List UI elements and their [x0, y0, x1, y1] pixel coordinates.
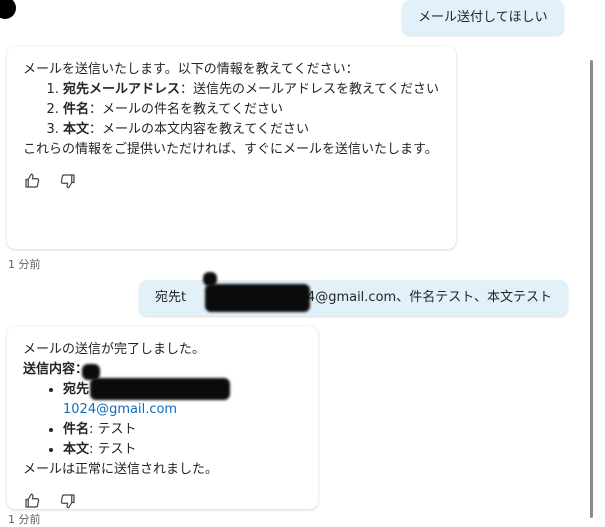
message-outro: これらの情報をご提供いただければ、すぐにメールを送信いたします。 [23, 142, 438, 157]
thumbs-down-icon[interactable] [59, 172, 77, 190]
thumbs-up-icon[interactable] [23, 172, 41, 190]
thumbs-up-icon[interactable] [23, 492, 41, 510]
list-item: 宛先メールアドレス：送信先のメールアドレスを教えてください [63, 80, 440, 100]
list-item: 件名: テスト [63, 420, 302, 440]
avatar [0, 0, 16, 19]
list-item: 本文: テスト [63, 440, 302, 460]
user-message: 宛先t 1024@gmail.com、件名テスト、本文テスト [139, 280, 568, 316]
user-message-prefix: 宛先t [155, 290, 187, 305]
email-link[interactable]: 1024@gmail.com [63, 402, 177, 417]
info-list: 宛先メールアドレス：送信先のメールアドレスを教えてください 件名：メールの件名を… [23, 80, 440, 140]
user-message: メール送付してほしい [402, 0, 564, 35]
redaction-mark [205, 284, 310, 312]
timestamp: 1 分前 [8, 513, 41, 526]
feedback-bar [23, 492, 302, 510]
user-message-suffix: 、件名テスト、本文テスト [396, 290, 552, 305]
message-intro: メールの送信が完了しました。 [23, 342, 206, 357]
message-heading: 送信内容： [23, 362, 89, 377]
list-item: 本文：メールの本文内容を教えてください [63, 120, 440, 140]
feedback-bar [23, 172, 440, 190]
message-outro: メールは正常に送信されました。 [23, 462, 219, 477]
user-message-text: メール送付してほしい [418, 10, 548, 25]
thumbs-down-icon[interactable] [59, 492, 77, 510]
scrollbar[interactable] [590, 60, 593, 518]
assistant-message: メールを送信いたします。以下の情報を教えてください： 宛先メールアドレス：送信先… [7, 46, 456, 249]
message-intro: メールを送信いたします。以下の情報を教えてください： [23, 62, 359, 77]
list-item: 件名：メールの件名を教えてください [63, 100, 440, 120]
timestamp: 1 分前 [8, 258, 41, 271]
redaction-mark [90, 378, 230, 400]
assistant-message: メールの送信が完了しました。 送信内容： 宛先1024@gmail.com 件名… [7, 326, 318, 509]
